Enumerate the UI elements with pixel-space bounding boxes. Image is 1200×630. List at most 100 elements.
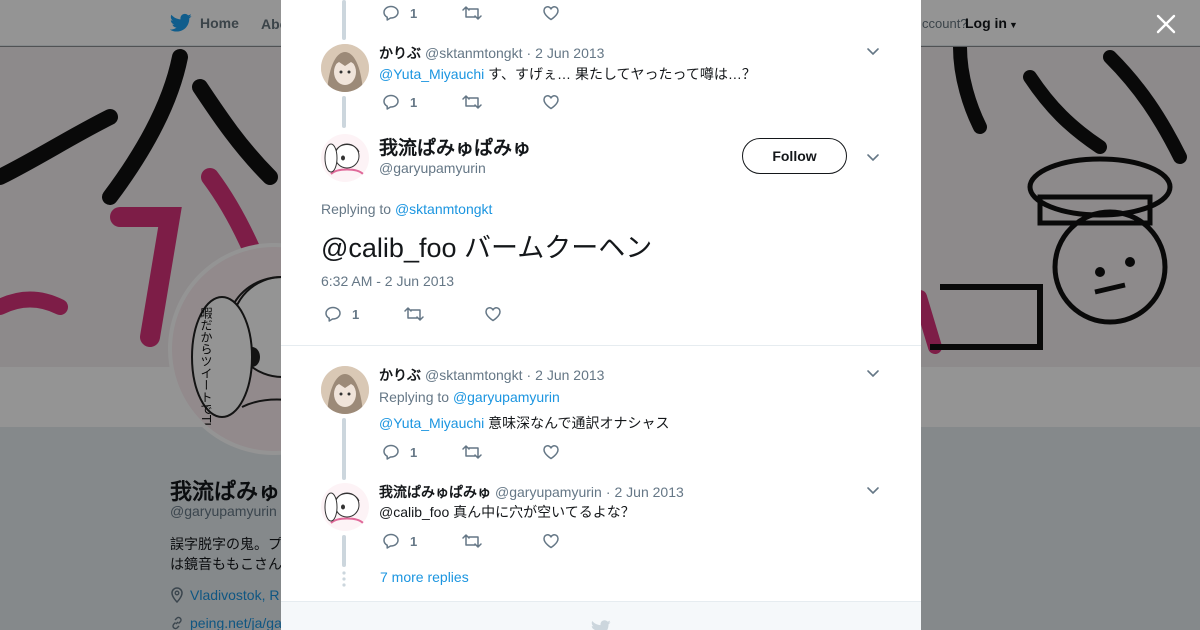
- tweet-header: 我流ぱみゅぱみゅ @garyupamyurin · 2 Jun 2013: [379, 482, 684, 502]
- reply-count: 1: [410, 533, 418, 549]
- reply-button[interactable]: 1: [324, 305, 404, 323]
- separator-dot: ·: [526, 45, 532, 61]
- tweet-date[interactable]: 2 Jun 2013: [535, 367, 604, 383]
- avatar-image: [321, 44, 369, 92]
- reply-count: 1: [410, 94, 418, 110]
- retweet-button[interactable]: [462, 4, 542, 22]
- more-dots-icon: [342, 571, 346, 587]
- author-name[interactable]: 我流ぱみゅぱみゅ: [379, 133, 531, 160]
- thread-connector: [342, 96, 346, 128]
- separator-dot: ·: [605, 484, 611, 500]
- chevron-down-icon[interactable]: [865, 482, 881, 498]
- mention-link[interactable]: @calib_foo: [321, 233, 457, 263]
- reply-count: 1: [352, 306, 360, 322]
- tweet-permalink-modal: 1 かりぶ @sktanmtongkt · 2 Jun 2013 @Yuta_M…: [281, 0, 921, 630]
- retweet-button[interactable]: [404, 305, 484, 323]
- tweet-header: かりぶ @sktanmtongkt · 2 Jun 2013: [379, 43, 604, 63]
- tweet-body: 真ん中に穴が空いてるよな？: [449, 504, 635, 520]
- reply-button[interactable]: 1: [382, 532, 462, 550]
- tweet-date[interactable]: 2 Jun 2013: [535, 45, 604, 61]
- retweet-icon: [404, 307, 424, 321]
- retweet-button[interactable]: [462, 443, 542, 461]
- chevron-down-icon[interactable]: [865, 365, 881, 381]
- author-handle[interactable]: @sktanmtongkt: [425, 367, 522, 383]
- replying-label: Replying to: [379, 389, 453, 405]
- tweet-text: @Yuta_Miyauchi す、すげぇ… 果たしてヤったって噂は…？: [379, 64, 756, 84]
- heart-icon: [485, 307, 501, 322]
- reply-count: 1: [410, 444, 418, 460]
- retweet-icon: [462, 95, 482, 109]
- author-handle[interactable]: @garyupamyurin: [495, 484, 602, 500]
- reply-icon: [383, 5, 399, 21]
- replying-to: Replying to @sktanmtongkt: [321, 201, 492, 217]
- reply-icon: [383, 533, 399, 549]
- modal-footer: [281, 601, 921, 630]
- like-button[interactable]: [542, 443, 622, 461]
- avatar[interactable]: [321, 44, 369, 92]
- close-icon[interactable]: [1154, 12, 1178, 36]
- divider: [281, 345, 921, 346]
- retweet-icon: [462, 6, 482, 20]
- reply-button[interactable]: 1: [382, 4, 462, 22]
- chevron-down-icon[interactable]: [865, 149, 881, 165]
- avatar-image: [321, 134, 369, 182]
- reply-button[interactable]: 1: [382, 93, 462, 111]
- replying-to: Replying to @garyupamyurin: [379, 389, 560, 405]
- like-button[interactable]: [484, 305, 564, 323]
- avatar[interactable]: [321, 366, 369, 414]
- tweet-actions: 1: [324, 305, 564, 323]
- twitter-bird-icon: [591, 620, 611, 630]
- tweet-actions: 1: [382, 93, 622, 111]
- reply-icon: [325, 306, 341, 322]
- heart-icon: [543, 6, 559, 21]
- thread-connector: [342, 418, 346, 480]
- reply-count: 1: [410, 5, 418, 21]
- tweet-body: 意味深なんで通訳オナシャス: [484, 415, 670, 431]
- tweet-actions: 1: [382, 532, 622, 550]
- more-replies-link[interactable]: 7 more replies: [380, 569, 469, 585]
- mention-link[interactable]: @Yuta_Miyauchi: [379, 415, 484, 431]
- tweet-text: @Yuta_Miyauchi 意味深なんで通訳オナシャス: [379, 413, 669, 433]
- retweet-button[interactable]: [462, 93, 542, 111]
- main-tweet-text: @calib_foo バームクーヘン: [321, 226, 652, 265]
- reply-button[interactable]: 1: [382, 443, 462, 461]
- mention-link[interactable]: @garyupamyurin: [453, 389, 560, 405]
- author-handle[interactable]: @garyupamyurin: [379, 160, 486, 176]
- reply-icon: [383, 94, 399, 110]
- avatar[interactable]: [321, 134, 369, 182]
- avatar[interactable]: [321, 483, 369, 531]
- avatar-image: [321, 483, 369, 531]
- tweet-date[interactable]: 2 Jun 2013: [614, 484, 683, 500]
- heart-icon: [543, 445, 559, 460]
- author-name[interactable]: 我流ぱみゅぱみゅ: [379, 482, 491, 502]
- heart-icon: [543, 95, 559, 110]
- retweet-button[interactable]: [462, 532, 542, 550]
- mention-link[interactable]: @calib_foo: [379, 504, 449, 520]
- mention-link[interactable]: @Yuta_Miyauchi: [379, 66, 484, 82]
- like-button[interactable]: [542, 4, 622, 22]
- tweet-actions: 1: [382, 4, 622, 22]
- tweet-timestamp[interactable]: 6:32 AM - 2 Jun 2013: [321, 273, 454, 289]
- thread-connector: [342, 0, 346, 40]
- thread-connector: [342, 535, 346, 567]
- chevron-down-icon[interactable]: [865, 43, 881, 59]
- retweet-icon: [462, 445, 482, 459]
- tweet-actions: 1: [382, 443, 622, 461]
- like-button[interactable]: [542, 532, 622, 550]
- separator-dot: ·: [526, 367, 532, 383]
- author-name[interactable]: かりぶ: [379, 365, 421, 385]
- tweet-body: バームクーヘン: [456, 233, 653, 263]
- like-button[interactable]: [542, 93, 622, 111]
- follow-button[interactable]: Follow: [742, 138, 847, 174]
- avatar-image: [321, 366, 369, 414]
- replying-label: Replying to: [321, 201, 395, 217]
- tweet-body: す、すげぇ… 果たしてヤったって噂は…？: [484, 66, 756, 82]
- tweet-header: かりぶ @sktanmtongkt · 2 Jun 2013: [379, 365, 604, 385]
- author-name[interactable]: かりぶ: [379, 43, 421, 63]
- heart-icon: [543, 534, 559, 549]
- tweet-text: @calib_foo 真ん中に穴が空いてるよな？: [379, 502, 635, 522]
- author-handle[interactable]: @sktanmtongkt: [425, 45, 522, 61]
- retweet-icon: [462, 534, 482, 548]
- mention-link[interactable]: @sktanmtongkt: [395, 201, 492, 217]
- reply-icon: [383, 444, 399, 460]
